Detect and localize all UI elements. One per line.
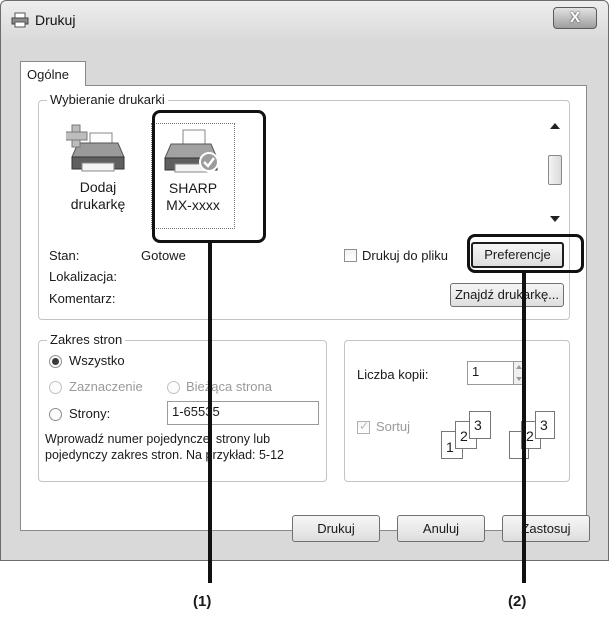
window-title: Drukuj xyxy=(35,12,76,28)
general-panel: Wybieranie drukarki Dodaj drukarkę SHARP… xyxy=(20,85,587,531)
comment-label: Komentarz: xyxy=(49,291,116,306)
add-printer-line2: drukarkę xyxy=(70,196,126,212)
range-current-radio xyxy=(167,381,180,394)
group-legend: Zakres stron xyxy=(47,332,126,347)
printer-title-icon xyxy=(11,12,29,28)
collate-checkbox: ✓ xyxy=(357,419,370,434)
range-hint: Wprowadź numer pojedynczej strony lub po… xyxy=(45,432,284,462)
callout-2-frame xyxy=(467,234,584,273)
range-selection-radio xyxy=(49,381,62,394)
page-range-group: Zakres stron Wszystko Zaznaczenie Bieżąc… xyxy=(38,332,327,482)
collate-page-sheet: 3 xyxy=(469,411,491,439)
group-legend: Wybieranie drukarki xyxy=(47,92,168,107)
callout-1-label: (1) xyxy=(193,593,212,610)
title-bar[interactable]: Drukuj X xyxy=(1,1,608,37)
page-number: 1 xyxy=(446,439,454,455)
close-icon: X xyxy=(569,9,580,26)
print-label: Drukuj xyxy=(317,521,355,536)
collate-page-sheet: 3 xyxy=(535,411,555,439)
scroll-thumb[interactable] xyxy=(548,155,562,185)
collate-pages-icon-a: 1 2 3 xyxy=(441,411,511,461)
check-icon: ✓ xyxy=(359,419,370,433)
callout-2-line xyxy=(522,273,526,583)
collate-label: Sortuj xyxy=(376,419,410,434)
cancel-label: Anuluj xyxy=(422,521,460,536)
status-value: Gotowe xyxy=(141,248,186,263)
close-button[interactable]: X xyxy=(553,7,597,29)
copies-group: Liczba kopii: 1 ✓ Sortuj 1 2 3 2 3 xyxy=(344,340,570,482)
callout-1-line xyxy=(208,243,212,583)
print-dialog: Drukuj X Ogólne Wybieranie drukarki Doda… xyxy=(0,0,609,561)
page-number: 2 xyxy=(460,428,468,444)
apply-label: Zastosuj xyxy=(521,521,571,536)
callout-2-label: (2) xyxy=(508,593,527,610)
location-label: Lokalizacja: xyxy=(49,269,117,284)
range-all-radio[interactable] xyxy=(49,355,62,368)
tab-general[interactable]: Ogólne xyxy=(20,61,86,86)
printer-select-group: Wybieranie drukarki Dodaj drukarkę SHARP… xyxy=(38,92,570,320)
tab-label: Ogólne xyxy=(27,67,69,82)
dialog-client-area: Ogólne Wybieranie drukarki Dodaj drukark… xyxy=(9,37,600,554)
pages-input[interactable]: 1-65535 xyxy=(167,401,319,425)
printer-list-scrollbar[interactable] xyxy=(546,119,564,227)
add-printer-line1: Dodaj xyxy=(79,179,117,195)
print-to-file-checkbox[interactable] xyxy=(344,249,357,262)
print-to-file-label: Drukuj do pliku xyxy=(362,248,448,263)
print-button[interactable]: Drukuj xyxy=(292,515,380,542)
add-printer-item[interactable]: Dodaj drukarkę xyxy=(53,123,143,213)
apply-button[interactable]: Zastosuj xyxy=(502,515,590,542)
range-selection-label: Zaznaczenie xyxy=(69,379,143,394)
range-pages-label: Strony: xyxy=(69,406,111,421)
range-current-label: Bieżąca strona xyxy=(186,379,272,394)
scroll-up-icon[interactable] xyxy=(550,123,560,129)
cancel-button[interactable]: Anuluj xyxy=(397,515,485,542)
collate-pages-icon-b: 2 3 xyxy=(509,411,569,461)
find-printer-label: Znajdź drukarkę... xyxy=(454,287,560,302)
page-number: 2 xyxy=(526,428,534,444)
range-pages-radio[interactable] xyxy=(49,408,62,421)
status-label: Stan: xyxy=(49,248,80,263)
page-number: 3 xyxy=(474,417,482,433)
page-number: 3 xyxy=(540,417,548,433)
add-printer-icon xyxy=(64,124,125,172)
copies-label: Liczba kopii: xyxy=(357,367,429,382)
callout-1-frame xyxy=(152,110,266,243)
find-printer-button[interactable]: Znajdź drukarkę... xyxy=(450,283,564,307)
scroll-down-icon[interactable] xyxy=(550,216,560,222)
range-all-label: Wszystko xyxy=(69,353,125,368)
